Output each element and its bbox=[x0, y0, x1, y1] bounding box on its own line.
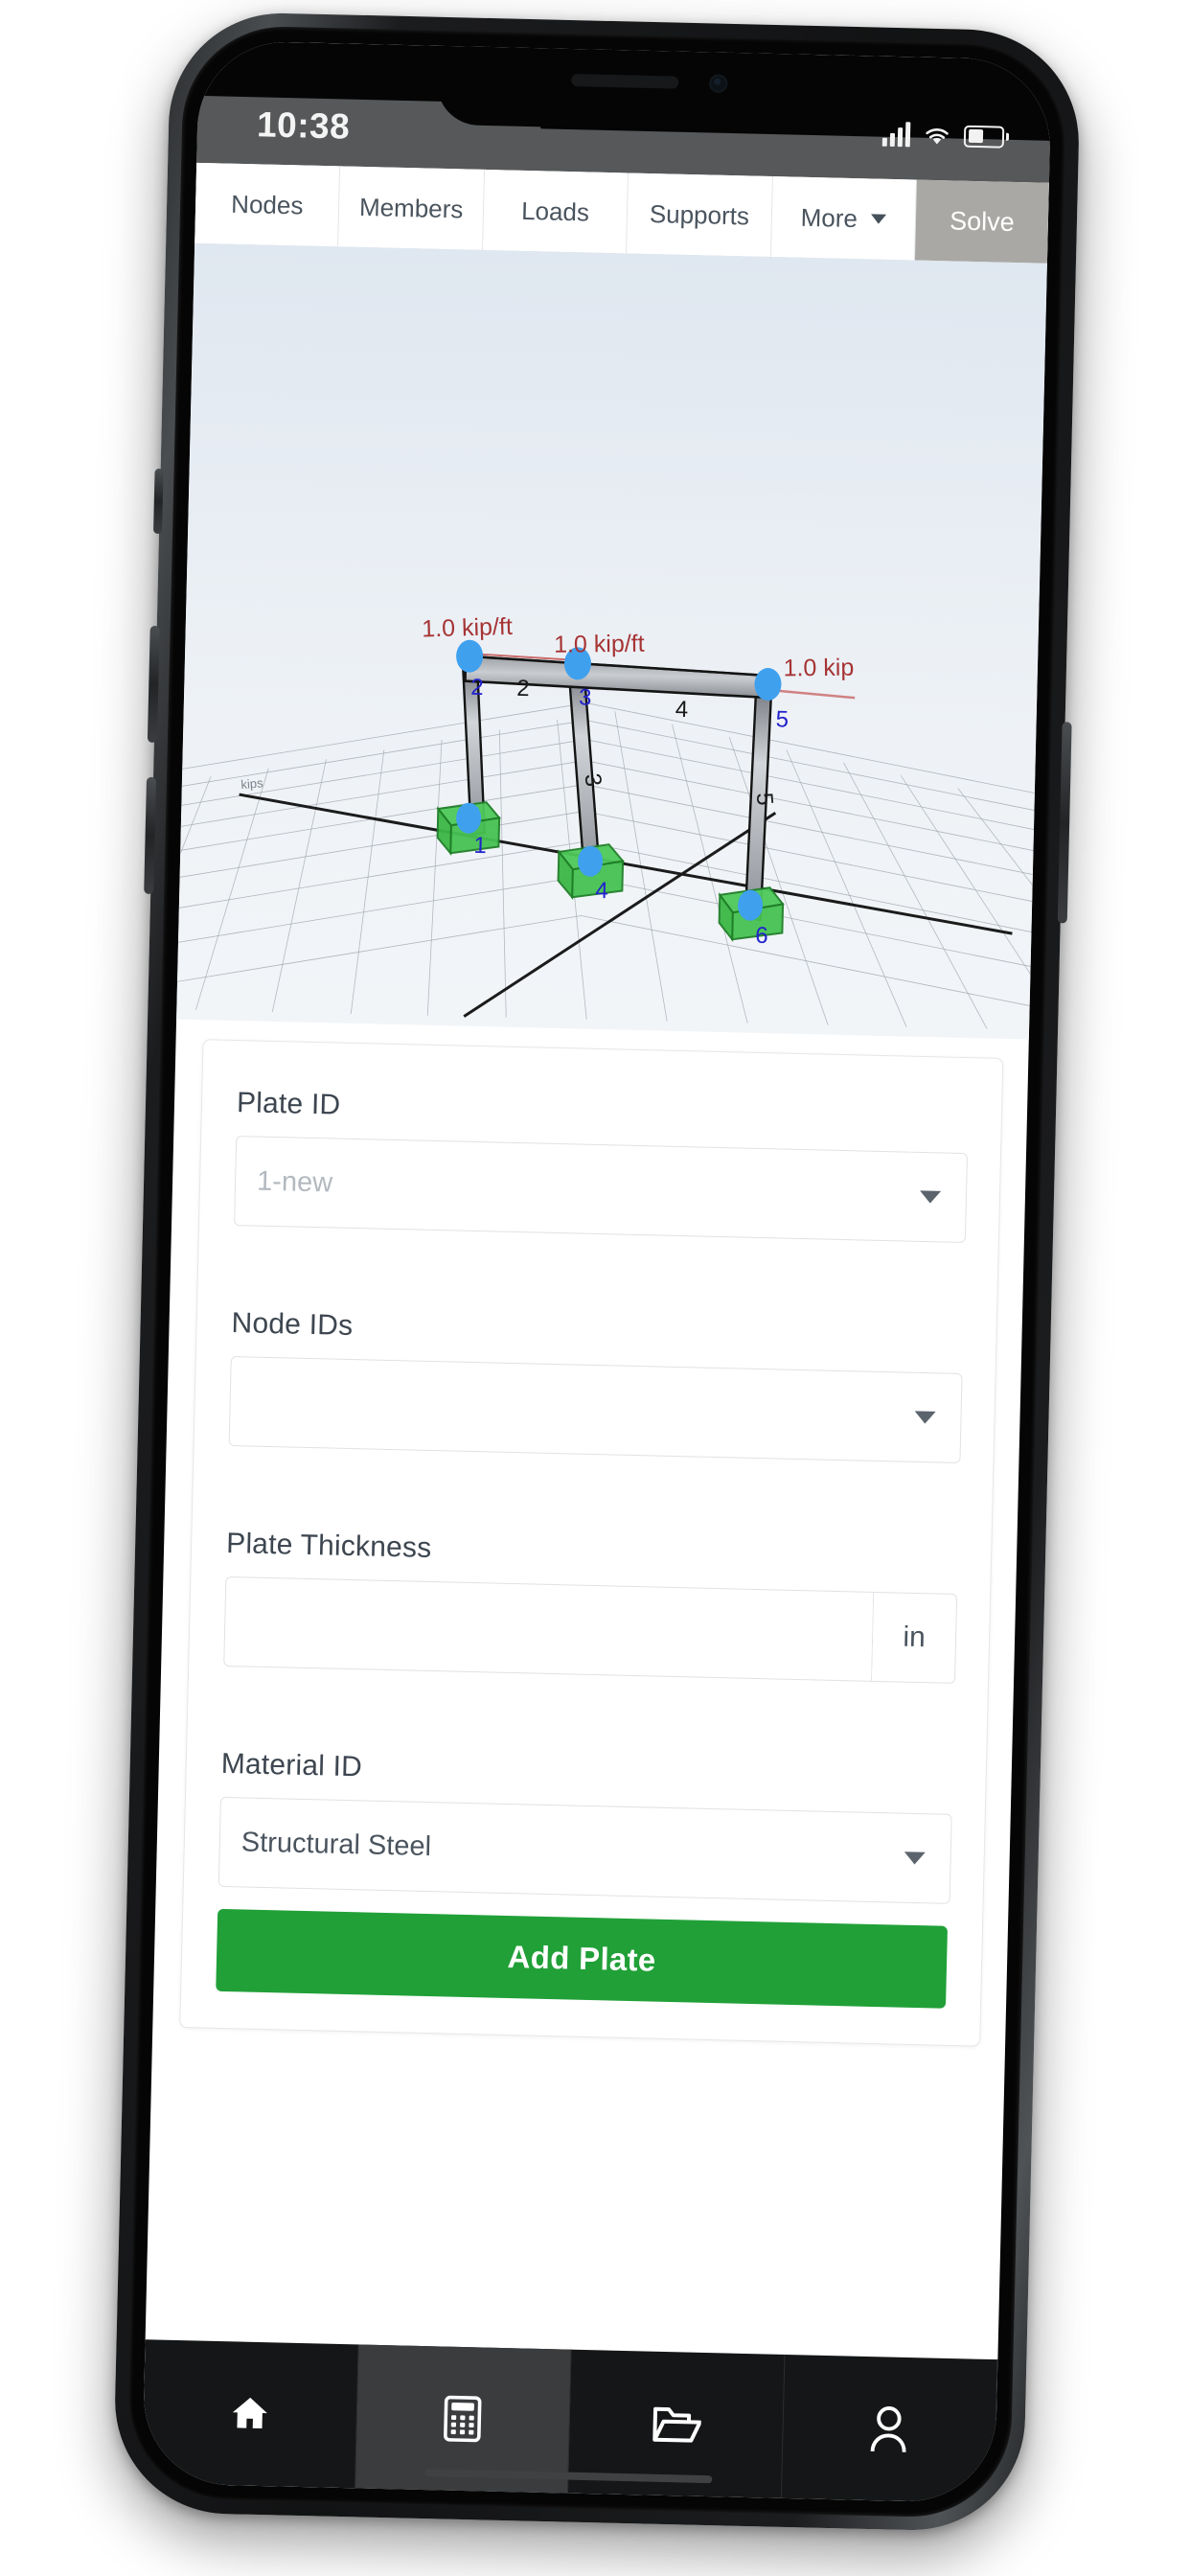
node-label-3: 3 bbox=[579, 684, 592, 710]
tab-more[interactable]: More bbox=[770, 176, 917, 261]
phone-device: 10:38 Nodes Members Loads Supports More … bbox=[112, 11, 1082, 2533]
earpiece-speaker bbox=[571, 74, 679, 89]
tab-supports[interactable]: Supports bbox=[627, 172, 773, 257]
load-label-2: 1.0 kip/ft bbox=[554, 631, 645, 658]
node-label-1: 1 bbox=[473, 833, 487, 859]
status-bar: 10:38 bbox=[196, 39, 1052, 183]
tab-nodes-label: Nodes bbox=[230, 189, 304, 219]
chevron-down-icon bbox=[870, 214, 887, 224]
cellular-signal-icon bbox=[881, 122, 911, 148]
nav-home[interactable] bbox=[142, 2339, 359, 2489]
model-viewport-3d[interactable]: kips 1.0 kip/ft 1.0 kip/ft 1.0 kip 2 3 5… bbox=[176, 242, 1047, 1040]
notch bbox=[436, 45, 813, 133]
plate-thickness-unit: in bbox=[871, 1592, 957, 1683]
front-camera bbox=[709, 74, 728, 93]
member-label-5: 5 bbox=[751, 792, 778, 807]
plate-id-value: 1-new bbox=[256, 1165, 333, 1198]
nav-account[interactable] bbox=[781, 2354, 998, 2504]
add-plate-button[interactable]: Add Plate bbox=[216, 1908, 949, 2009]
chevron-down-icon bbox=[919, 1190, 942, 1204]
material-id-label: Material ID bbox=[220, 1747, 363, 1783]
axis-label: kips bbox=[240, 775, 264, 792]
material-id-value: Structural Steel bbox=[240, 1826, 432, 1862]
screenshot-scene: 10:38 Nodes Members Loads Supports More … bbox=[0, 0, 1190, 2576]
node-ids-value bbox=[231, 1401, 252, 1402]
tab-nodes[interactable]: Nodes bbox=[195, 162, 341, 247]
member-label-2: 2 bbox=[516, 676, 530, 702]
member-label-4: 4 bbox=[675, 697, 689, 723]
solve-button-label: Solve bbox=[949, 205, 1016, 237]
plate-thickness-input[interactable]: in bbox=[223, 1576, 958, 1684]
load-label-3: 1.0 kip bbox=[783, 655, 854, 682]
folder-open-icon bbox=[652, 2406, 701, 2443]
plate-form-card: Plate ID 1-new Node IDs Plate Thickness bbox=[179, 1039, 1004, 2047]
tab-loads[interactable]: Loads bbox=[482, 169, 629, 254]
add-plate-button-label: Add Plate bbox=[507, 1939, 656, 1978]
plate-thickness-label: Plate Thickness bbox=[225, 1527, 432, 1565]
battery-icon bbox=[963, 125, 1005, 149]
node-label-4: 4 bbox=[595, 878, 608, 904]
node-label-6: 6 bbox=[755, 923, 768, 949]
node-label-2: 2 bbox=[470, 675, 484, 701]
node-ids-label: Node IDs bbox=[231, 1307, 354, 1343]
chevron-down-icon bbox=[914, 1411, 936, 1424]
calculator-icon bbox=[444, 2395, 482, 2443]
plate-id-label: Plate ID bbox=[236, 1087, 341, 1121]
field-node-ids: Node IDs bbox=[228, 1307, 963, 1463]
field-plate-thickness: Plate Thickness in bbox=[223, 1527, 958, 1684]
tab-members-label: Members bbox=[358, 192, 464, 223]
tab-members[interactable]: Members bbox=[338, 166, 485, 250]
load-label-1: 1.0 kip/ft bbox=[422, 613, 513, 643]
silent-switch[interactable] bbox=[153, 468, 164, 535]
home-icon bbox=[232, 2397, 267, 2429]
field-material-id: Material ID Structural Steel bbox=[217, 1747, 952, 1904]
tab-supports-label: Supports bbox=[649, 198, 750, 230]
chevron-down-icon bbox=[904, 1852, 926, 1865]
bottom-navigation-bar bbox=[142, 2339, 998, 2504]
solve-button[interactable]: Solve bbox=[914, 179, 1049, 264]
plate-id-select[interactable]: 1-new bbox=[234, 1136, 969, 1244]
node-label-5: 5 bbox=[775, 706, 789, 732]
tab-loads-label: Loads bbox=[520, 196, 590, 227]
field-plate-id: Plate ID 1-new bbox=[234, 1087, 969, 1244]
node-ids-select[interactable] bbox=[228, 1356, 963, 1463]
material-id-select[interactable]: Structural Steel bbox=[217, 1796, 952, 1904]
structural-model-render: kips 1.0 kip/ft 1.0 kip/ft 1.0 kip 2 3 5… bbox=[176, 613, 1047, 1033]
user-icon bbox=[870, 2406, 906, 2452]
status-bar-clock: 10:38 bbox=[256, 104, 351, 147]
phone-screen: 10:38 Nodes Members Loads Supports More … bbox=[142, 39, 1052, 2504]
tab-more-label: More bbox=[800, 202, 858, 233]
status-bar-icons bbox=[881, 122, 1005, 150]
wifi-icon bbox=[926, 127, 949, 145]
member-label-3: 3 bbox=[579, 771, 606, 788]
